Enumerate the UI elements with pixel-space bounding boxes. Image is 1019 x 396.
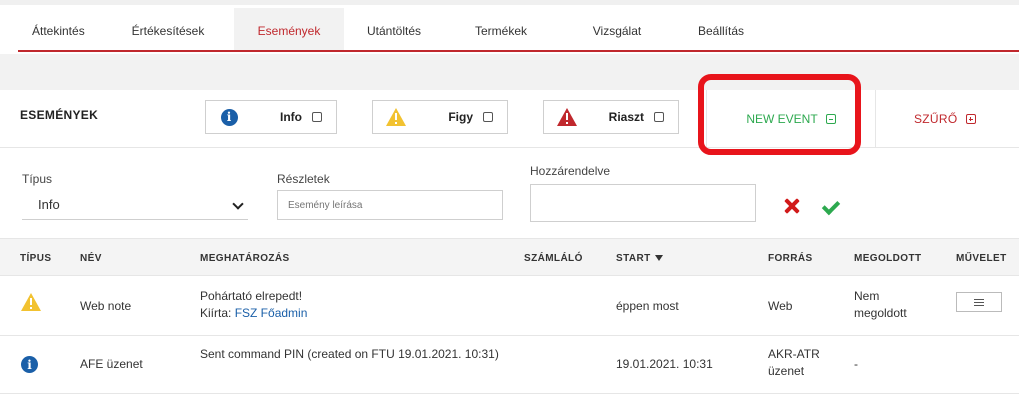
details-label: Részletek bbox=[277, 172, 330, 186]
sort-desc-icon bbox=[654, 255, 663, 262]
filter-alarm-checkbox[interactable] bbox=[654, 112, 664, 122]
col-type[interactable]: TÍPUS bbox=[20, 253, 51, 264]
alarm-icon bbox=[554, 104, 580, 130]
events-toolbar: ESEMÉNYEK i Info Figy Riaszt NEW EVENT S… bbox=[0, 90, 1019, 148]
table-row[interactable]: Web note Pohártató elrepedt! Kiírta: FSZ… bbox=[0, 276, 1019, 336]
filter-info-label: Info bbox=[280, 110, 302, 124]
details-input[interactable] bbox=[277, 190, 503, 220]
filter-info[interactable]: i Info bbox=[205, 100, 337, 134]
col-name[interactable]: NÉV bbox=[80, 253, 102, 264]
type-select[interactable]: Info bbox=[22, 190, 248, 220]
filter-info-checkbox[interactable] bbox=[312, 112, 322, 122]
row-description: Pohártató elrepedt! Kiírta: FSZ Főadmin bbox=[200, 289, 308, 320]
row-source: AKR-ATR üzenet bbox=[768, 347, 820, 378]
top-strip bbox=[0, 0, 1019, 5]
collapse-icon bbox=[825, 114, 836, 124]
expand-icon bbox=[965, 114, 976, 124]
warning-icon bbox=[383, 104, 409, 130]
author-link[interactable]: FSZ Főadmin bbox=[235, 306, 308, 320]
filter-alarm-label: Riaszt bbox=[608, 110, 644, 124]
row-start: éppen most bbox=[616, 299, 679, 313]
new-event-button[interactable]: NEW EVENT bbox=[706, 90, 876, 148]
row-source: Web bbox=[768, 299, 793, 313]
col-source[interactable]: FORRÁS bbox=[768, 253, 813, 264]
tab-esemenyek[interactable]: Események bbox=[234, 8, 344, 50]
col-start[interactable]: START bbox=[616, 253, 663, 264]
cancel-icon[interactable] bbox=[782, 196, 802, 216]
row-description: Sent command PIN (created on FTU 19.01.2… bbox=[200, 347, 499, 361]
assigned-input[interactable] bbox=[530, 184, 756, 222]
chevron-down-icon bbox=[232, 198, 244, 210]
type-select-value: Info bbox=[38, 197, 60, 212]
col-action: MŰVELET bbox=[956, 253, 1007, 264]
tab-vizsgalat[interactable]: Vizsgálat bbox=[558, 8, 676, 50]
tab-ertekesitesek[interactable]: Értékesítések bbox=[102, 8, 234, 50]
main-tabs: Áttekintés Értékesítések Események Utánt… bbox=[18, 8, 1019, 52]
warning-icon bbox=[20, 292, 42, 312]
filter-warning-checkbox[interactable] bbox=[483, 112, 493, 122]
info-icon: i bbox=[216, 104, 242, 130]
row-start: 19.01.2021. 10:31 bbox=[616, 357, 713, 371]
assigned-label: Hozzárendelve bbox=[530, 164, 611, 178]
row-resolved: Nem megoldott bbox=[854, 289, 907, 320]
type-label: Típus bbox=[22, 172, 53, 186]
col-counter[interactable]: SZÁMLÁLÓ bbox=[524, 253, 583, 264]
filter-warning[interactable]: Figy bbox=[372, 100, 508, 134]
row-name: Web note bbox=[80, 299, 132, 313]
tab-utantoltes[interactable]: Utántöltés bbox=[344, 8, 444, 50]
filter-toggle-button[interactable]: SZŰRŐ bbox=[914, 90, 976, 148]
filter-alarm[interactable]: Riaszt bbox=[543, 100, 679, 134]
spacer-band bbox=[0, 54, 1019, 90]
menu-icon bbox=[974, 298, 984, 306]
author-prefix: Kiírta: bbox=[200, 306, 232, 320]
col-resolved[interactable]: MEGOLDOTT bbox=[854, 253, 921, 264]
tab-attekintes[interactable]: Áttekintés bbox=[18, 8, 102, 50]
row-name: AFE üzenet bbox=[80, 357, 143, 371]
col-definition[interactable]: MEGHATÁROZÁS bbox=[200, 253, 290, 264]
new-event-label: NEW EVENT bbox=[746, 112, 818, 126]
table-header: TÍPUS NÉV MEGHATÁROZÁS SZÁMLÁLÓ START FO… bbox=[0, 238, 1019, 276]
filter-toggle-label: SZŰRŐ bbox=[914, 112, 958, 126]
info-icon: i bbox=[21, 356, 38, 373]
tab-beallitas[interactable]: Beállítás bbox=[676, 8, 766, 50]
row-action-button[interactable] bbox=[956, 292, 1002, 312]
confirm-icon[interactable] bbox=[820, 198, 840, 216]
filter-warning-label: Figy bbox=[448, 110, 473, 124]
section-title: ESEMÉNYEK bbox=[20, 108, 99, 122]
table-row[interactable]: i AFE üzenet Sent command PIN (created o… bbox=[0, 336, 1019, 394]
tab-termekek[interactable]: Termékek bbox=[444, 8, 558, 50]
row-resolved: - bbox=[854, 357, 858, 371]
new-event-form: Típus Info Részletek Hozzárendelve bbox=[0, 148, 1019, 238]
